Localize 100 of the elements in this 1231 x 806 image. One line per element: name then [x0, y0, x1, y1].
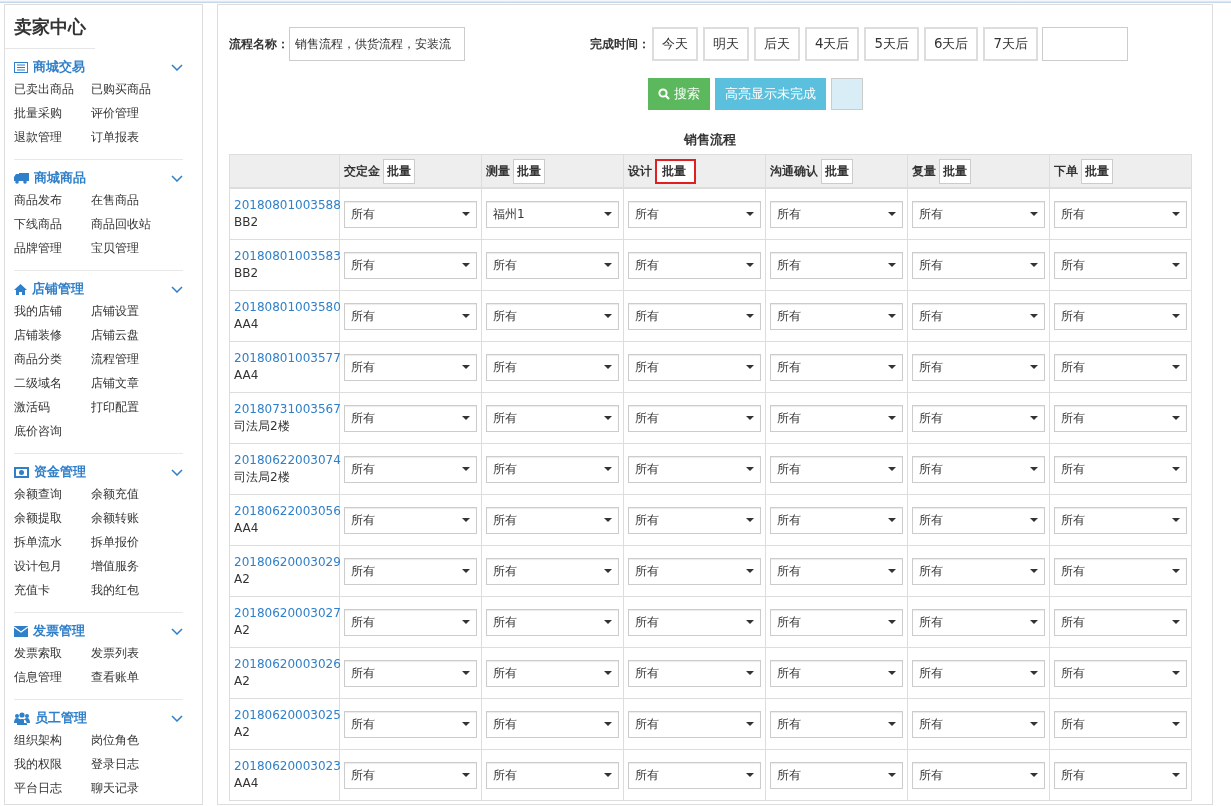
- dropdown[interactable]: 所有: [912, 353, 1045, 381]
- date-button[interactable]: 4天后: [805, 27, 860, 61]
- sidebar-link[interactable]: 商品回收站: [91, 212, 151, 236]
- dropdown[interactable]: 所有: [628, 659, 761, 687]
- dropdown[interactable]: 所有: [1054, 608, 1187, 636]
- section-heading[interactable]: 员工管理: [35, 709, 87, 727]
- dropdown[interactable]: 所有: [912, 404, 1045, 432]
- dropdown[interactable]: 所有: [344, 404, 477, 432]
- sidebar-link[interactable]: 流程管理: [91, 347, 139, 371]
- dropdown[interactable]: 所有: [628, 251, 761, 279]
- dropdown[interactable]: 所有: [770, 251, 903, 279]
- sidebar-link[interactable]: 商品分类: [14, 347, 62, 371]
- order-link[interactable]: 20180801003588: [234, 197, 341, 214]
- date-button[interactable]: 明天: [703, 27, 749, 61]
- dropdown[interactable]: 所有: [344, 506, 477, 534]
- dropdown[interactable]: 所有: [344, 455, 477, 483]
- chevron-down-icon[interactable]: [171, 63, 183, 71]
- sidebar-link[interactable]: 发票列表: [91, 641, 139, 665]
- sidebar-link[interactable]: 店铺装修: [14, 323, 62, 347]
- batch-button[interactable]: 批量: [821, 158, 853, 184]
- order-link[interactable]: 20180620003023: [234, 758, 341, 775]
- section-heading[interactable]: 资金管理: [34, 463, 86, 481]
- dropdown[interactable]: 所有: [912, 200, 1045, 228]
- section-heading[interactable]: 店铺管理: [32, 280, 84, 298]
- dropdown[interactable]: 所有: [628, 302, 761, 330]
- date-button[interactable]: 6天后: [923, 27, 979, 61]
- dropdown[interactable]: 所有: [1054, 200, 1187, 228]
- date-field[interactable]: [1041, 27, 1128, 61]
- dropdown[interactable]: 所有: [628, 404, 761, 432]
- dropdown[interactable]: 所有: [912, 608, 1045, 636]
- dropdown[interactable]: 所有: [628, 200, 761, 228]
- dropdown[interactable]: 所有: [344, 302, 477, 330]
- date-button[interactable]: 5天后: [864, 27, 919, 61]
- dropdown[interactable]: 所有: [486, 710, 619, 738]
- dropdown[interactable]: 所有: [912, 251, 1045, 279]
- order-link[interactable]: 20180801003583: [234, 248, 341, 265]
- section-heading[interactable]: 商城商品: [34, 169, 86, 187]
- sidebar-link[interactable]: 余额转账: [91, 506, 139, 530]
- dropdown[interactable]: 所有: [344, 200, 477, 228]
- dropdown[interactable]: 所有: [1054, 659, 1187, 687]
- dropdown[interactable]: 所有: [486, 455, 619, 483]
- dropdown[interactable]: 所有: [628, 455, 761, 483]
- sidebar-link[interactable]: 充值卡: [14, 578, 50, 602]
- dropdown[interactable]: 所有: [344, 557, 477, 585]
- sidebar-link[interactable]: 信息管理: [14, 665, 62, 689]
- dropdown[interactable]: 所有: [912, 761, 1045, 789]
- sidebar-link[interactable]: 订单报表: [91, 125, 139, 149]
- dropdown[interactable]: 所有: [912, 557, 1045, 585]
- order-link[interactable]: 20180622003074: [234, 452, 341, 469]
- dropdown[interactable]: 所有: [628, 506, 761, 534]
- dropdown[interactable]: 所有: [628, 761, 761, 789]
- section-heading[interactable]: 商城交易: [33, 58, 85, 76]
- sidebar-link[interactable]: 岗位角色: [91, 728, 139, 752]
- dropdown[interactable]: 福州1: [486, 200, 619, 228]
- sidebar-link[interactable]: 组织架构: [14, 728, 62, 752]
- chevron-down-icon[interactable]: [171, 714, 183, 722]
- dropdown[interactable]: 所有: [770, 557, 903, 585]
- dropdown[interactable]: 所有: [628, 608, 761, 636]
- order-link[interactable]: 20180620003029: [234, 554, 341, 571]
- dropdown[interactable]: 所有: [770, 761, 903, 789]
- dropdown[interactable]: 所有: [770, 608, 903, 636]
- sidebar-link[interactable]: 已购买商品: [91, 77, 151, 101]
- sidebar-link[interactable]: 店铺云盘: [91, 323, 139, 347]
- sidebar-link[interactable]: 在售商品: [91, 188, 139, 212]
- dropdown[interactable]: 所有: [770, 455, 903, 483]
- sidebar-link[interactable]: 聊天记录: [91, 776, 139, 800]
- sidebar-link[interactable]: 登录日志: [91, 752, 139, 776]
- dropdown[interactable]: 所有: [1054, 251, 1187, 279]
- dropdown[interactable]: 所有: [344, 353, 477, 381]
- dropdown[interactable]: 所有: [770, 659, 903, 687]
- batch-button[interactable]: 批量: [513, 158, 545, 184]
- dropdown[interactable]: 所有: [344, 710, 477, 738]
- sidebar-link[interactable]: 品牌管理: [14, 236, 62, 260]
- dropdown[interactable]: 所有: [912, 710, 1045, 738]
- sidebar-link[interactable]: 宝贝管理: [91, 236, 139, 260]
- sidebar-link[interactable]: 增值服务: [91, 554, 139, 578]
- dropdown[interactable]: 所有: [1054, 404, 1187, 432]
- chevron-down-icon[interactable]: [171, 285, 183, 293]
- dropdown[interactable]: 所有: [486, 761, 619, 789]
- sidebar-link[interactable]: 拆单报价: [91, 530, 139, 554]
- sidebar-link[interactable]: 下线商品: [14, 212, 62, 236]
- sidebar-link[interactable]: 评价管理: [91, 101, 139, 125]
- batch-button[interactable]: 批量: [1081, 158, 1113, 184]
- dropdown[interactable]: 所有: [912, 659, 1045, 687]
- chevron-down-icon[interactable]: [171, 627, 183, 635]
- sidebar-link[interactable]: 发票索取: [14, 641, 62, 665]
- dropdown[interactable]: 所有: [1054, 761, 1187, 789]
- sidebar-link[interactable]: 我的红包: [91, 578, 139, 602]
- dropdown[interactable]: 所有: [486, 659, 619, 687]
- dropdown[interactable]: 所有: [770, 710, 903, 738]
- date-button[interactable]: 今天: [652, 27, 698, 61]
- sidebar-link[interactable]: 设计包月: [14, 554, 62, 578]
- sidebar-link[interactable]: 余额查询: [14, 482, 62, 506]
- dropdown[interactable]: 所有: [628, 710, 761, 738]
- dropdown[interactable]: 所有: [1054, 710, 1187, 738]
- sidebar-link[interactable]: 商品发布: [14, 188, 62, 212]
- dropdown[interactable]: 所有: [486, 404, 619, 432]
- sidebar-link[interactable]: 我的店铺: [14, 299, 62, 323]
- dropdown[interactable]: 所有: [486, 302, 619, 330]
- input-field[interactable]: 销售流程，供货流程，安装流: [289, 27, 465, 61]
